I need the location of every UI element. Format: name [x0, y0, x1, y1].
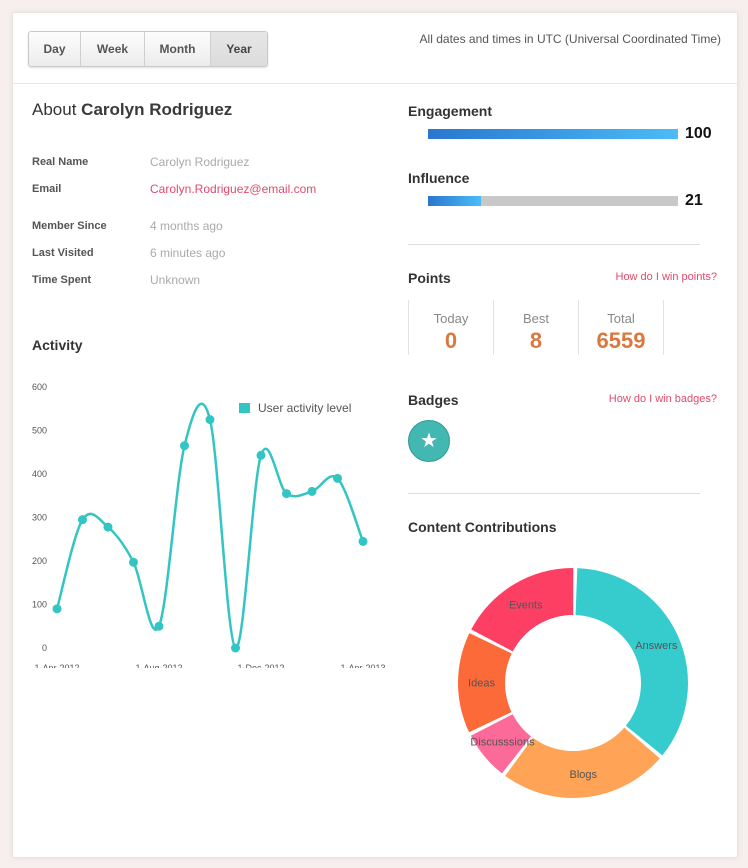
content-contributions-chart: Answers Blogs Discusssions Ideas Events — [458, 568, 688, 798]
y-tick-label: 300 — [32, 513, 47, 523]
engagement-value: 100 — [685, 125, 712, 142]
y-tick-label: 500 — [32, 426, 47, 436]
about-heading: About Carolyn Rodriguez — [32, 100, 232, 120]
x-tick-label: 1-Apr-2013 — [340, 663, 385, 668]
activity-heading: Activity — [32, 337, 83, 353]
influence-value: 21 — [685, 192, 703, 209]
legend-label: User activity level — [258, 401, 351, 415]
data-point — [333, 473, 342, 483]
y-tick-label: 600 — [32, 382, 47, 392]
time-spent-value: Unknown — [150, 273, 201, 287]
last-visited-value: 6 minutes ago — [150, 246, 226, 260]
x-tick-label: 1-Dec-2012 — [237, 663, 284, 668]
influence-bar — [428, 196, 678, 206]
data-point — [129, 557, 138, 567]
toolbar: Day Week Month Year All dates and times … — [13, 13, 737, 84]
points-best-value: 8 — [529, 328, 543, 353]
data-point — [256, 450, 266, 460]
data-point — [205, 415, 215, 425]
email-link[interactable]: Carolyn.Rodriguez@email.com — [150, 182, 316, 196]
y-tick-label: 200 — [32, 556, 47, 566]
points-total: Total 6559 — [578, 300, 664, 355]
points-today-value: 0 — [444, 328, 458, 353]
slice-label: Answers — [635, 640, 678, 652]
real-name-label: Real Name — [32, 156, 89, 168]
data-point — [282, 489, 291, 499]
legend-swatch — [239, 403, 250, 413]
engagement-heading: Engagement — [408, 103, 493, 119]
star-badge-icon[interactable]: ★ — [408, 420, 450, 462]
range-day-button[interactable]: Day — [29, 32, 81, 66]
slice-label: Ideas — [468, 678, 495, 690]
time-range-selector: Day Week Month Year — [28, 31, 268, 67]
influence-bar-fill — [428, 196, 481, 206]
about-user-name: Carolyn Rodriguez — [81, 100, 233, 119]
y-tick-label: 0 — [42, 643, 47, 653]
badges-help-link[interactable]: How do I win badges? — [609, 393, 717, 405]
points-today: Today 0 — [408, 300, 493, 355]
divider — [408, 244, 700, 245]
points-help-link[interactable]: How do I win points? — [616, 271, 718, 283]
real-name-value: Carolyn Rodriguez — [150, 155, 250, 169]
points-total-label: Total — [607, 311, 635, 326]
slice-label: Blogs — [569, 769, 597, 781]
timezone-note: All dates and times in UTC (Universal Co… — [419, 32, 721, 46]
member-since-value: 4 months ago — [150, 219, 223, 233]
engagement-bar — [428, 129, 678, 139]
data-point — [154, 621, 164, 631]
x-tick-label: 1-Aug-2012 — [135, 663, 182, 668]
y-tick-label: 400 — [32, 469, 47, 479]
slice-label: Discusssions — [470, 736, 535, 748]
points-best-label: Best — [522, 311, 549, 326]
points-summary: Today 0 Best 8 Total 6559 — [408, 300, 664, 355]
divider — [408, 493, 700, 494]
engagement-bar-fill — [428, 129, 678, 139]
badges-heading: Badges — [408, 392, 459, 408]
last-visited-label: Last Visited — [32, 247, 94, 259]
contributions-heading: Content Contributions — [408, 519, 557, 535]
influence-heading: Influence — [408, 170, 470, 186]
data-point — [358, 536, 368, 546]
profile-card: Day Week Month Year All dates and times … — [12, 12, 738, 858]
points-total-value: 6559 — [596, 328, 646, 353]
member-since-label: Member Since — [32, 220, 107, 232]
donut-slice-answers — [575, 568, 688, 756]
data-point — [231, 643, 240, 653]
range-year-button[interactable]: Year — [211, 32, 267, 66]
about-prefix: About — [32, 100, 77, 119]
points-today-label: Today — [433, 311, 469, 326]
time-spent-label: Time Spent — [32, 274, 92, 286]
points-heading: Points — [408, 270, 451, 286]
activity-line — [55, 402, 365, 650]
data-point — [180, 441, 189, 451]
data-point — [103, 522, 113, 532]
slice-label: Events — [509, 600, 543, 612]
y-tick-label: 100 — [32, 600, 47, 610]
points-best: Best 8 — [493, 300, 578, 355]
data-point — [307, 486, 317, 496]
data-point — [78, 515, 87, 525]
data-point — [52, 604, 62, 614]
range-month-button[interactable]: Month — [145, 32, 211, 66]
x-tick-label: 1-Apr-2012 — [34, 663, 79, 668]
email-label: Email — [32, 183, 62, 195]
activity-chart: 0 100 200 300 400 500 600 1-Apr-2012 1-Aug-2012 1… — [32, 382, 386, 668]
range-week-button[interactable]: Week — [81, 32, 145, 66]
